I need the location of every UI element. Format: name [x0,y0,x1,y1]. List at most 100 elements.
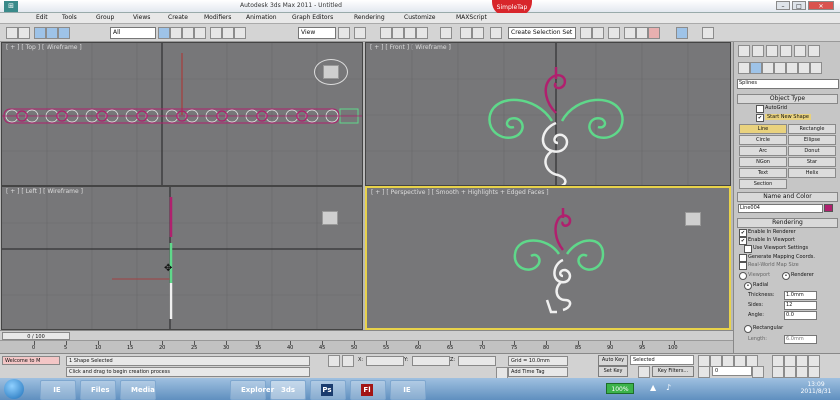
rectangle-button[interactable]: Rectangle [788,124,836,134]
systems-icon[interactable] [810,62,822,74]
layer-manager-icon[interactable] [490,27,502,39]
shapes-icon[interactable] [750,62,762,74]
radial-radio[interactable]: • [744,282,752,290]
ellipse-button[interactable]: Ellipse [788,135,836,145]
taskbar-files[interactable]: Files [80,380,116,400]
curve-editor-icon[interactable] [580,27,592,39]
taskbar-ie2[interactable]: IE [390,380,426,400]
section-button[interactable]: Section [739,179,787,189]
modify-tab-icon[interactable] [752,45,764,57]
time-config-icon[interactable] [752,366,764,378]
object-name-field[interactable]: Line004 [738,204,823,213]
maximize-icon[interactable]: □ [792,1,806,10]
category-dropdown[interactable]: Splines [737,79,839,89]
y-field[interactable] [412,356,450,366]
volume-icon[interactable]: ♪ [666,383,676,393]
taskbar-3dsmax[interactable]: 3ds [270,380,306,400]
pivot-icon[interactable] [338,27,350,39]
circle-button[interactable]: Circle [739,135,787,145]
window-crossing-icon[interactable] [194,27,206,39]
link-icon[interactable] [34,27,46,39]
time-slider-thumb[interactable]: 0 / 100 [2,332,70,340]
absolute-mode-icon[interactable] [342,355,354,367]
create-tab-icon[interactable] [738,45,750,57]
named-selection-dropdown[interactable]: Create Selection Set [508,27,576,39]
close-icon[interactable]: ✕ [808,1,834,10]
rectangular-radio[interactable] [744,325,752,333]
maxscript-listener[interactable]: Welcome to M [2,356,60,365]
menu-edit[interactable]: Edit [36,14,48,21]
snaps-toggle-icon[interactable] [380,27,392,39]
pan-icon[interactable] [784,366,796,378]
graphite-toggle-icon[interactable] [676,27,688,39]
display-tab-icon[interactable] [794,45,806,57]
unlink-icon[interactable] [46,27,58,39]
menu-customize[interactable]: Customize [404,14,436,21]
motion-tab-icon[interactable] [780,45,792,57]
gen-mapping-checkbox[interactable] [739,254,747,262]
use-viewport-settings-checkbox[interactable] [744,245,752,253]
redo-icon[interactable] [18,27,30,39]
rendered-frame-icon[interactable] [636,27,648,39]
set-key-icon[interactable] [638,366,650,378]
menu-create[interactable]: Create [168,14,188,21]
viewcube-left-icon[interactable] [322,211,338,225]
app-logo-icon[interactable]: ⊞ [4,1,18,12]
ref-coord-dropdown[interactable]: View [298,27,336,39]
enable-renderer-checkbox[interactable]: ✔ [739,229,747,237]
menu-group[interactable]: Group [96,14,114,21]
render-setup-icon[interactable] [624,27,636,39]
ngon-button[interactable]: NGon [739,157,787,167]
move-icon[interactable] [210,27,222,39]
schematic-view-icon[interactable] [592,27,604,39]
menu-views[interactable]: Views [133,14,150,21]
viewport-top[interactable]: [ + ] [ Top ] [ Wireframe ] [1,42,363,186]
key-filters-button[interactable]: Key Filters... [652,366,694,377]
taskbar-ie[interactable]: IE [40,380,76,400]
minimize-icon[interactable]: – [776,1,790,10]
autogrid-checkbox[interactable] [756,105,764,113]
menu-rendering[interactable]: Rendering [354,14,385,21]
rendering-rollout[interactable]: Rendering [737,218,838,228]
x-field[interactable] [366,356,404,366]
helix-button[interactable]: Helix [788,168,836,178]
z-field[interactable] [458,356,496,366]
render-production-icon[interactable] [648,27,660,39]
spinner-snap-icon[interactable] [416,27,428,39]
taskbar-flash[interactable]: Fl [350,380,386,400]
selection-filter-dropdown[interactable]: All [110,27,156,39]
edit-named-sets-icon[interactable] [440,27,452,39]
orbit-icon[interactable] [796,366,808,378]
utilities-tab-icon[interactable] [808,45,820,57]
align-icon[interactable] [472,27,484,39]
time-slider[interactable]: 0 / 100 [0,330,733,340]
menu-graph-editors[interactable]: Graph Editors [292,14,333,21]
taskbar-photoshop[interactable]: Ps [310,380,346,400]
viewport-perspective[interactable]: [ + ] [ Perspective ] [ Smooth + Highlig… [365,186,731,330]
viewport-left[interactable]: [ + ] [ Left ] [ Wireframe ] ✥ [1,186,363,330]
viewport-front[interactable]: [ + ] [ Front ] [ Wireframe ] [365,42,731,186]
rotate-icon[interactable] [222,27,234,39]
battery-indicator[interactable]: 100% [606,383,634,394]
arc-button[interactable]: Arc [739,146,787,156]
menu-maxscript[interactable]: MAXScript [456,14,487,21]
sides-field[interactable]: 12 [784,301,817,310]
object-type-rollout[interactable]: Object Type [737,94,838,104]
maximize-viewport-icon[interactable] [808,366,820,378]
lock-selection-icon[interactable] [328,355,340,367]
material-editor-icon[interactable] [608,27,620,39]
taskbar-clock[interactable]: 13:09 2011/8/31 [798,381,834,395]
viewcube-top-icon[interactable] [323,65,339,79]
name-color-rollout[interactable]: Name and Color [737,192,838,202]
menu-tools[interactable]: Tools [62,14,77,21]
mirror-icon[interactable] [460,27,472,39]
select-by-name-icon[interactable] [170,27,182,39]
donut-button[interactable]: Donut [788,146,836,156]
network-icon[interactable]: ▲ [650,383,660,393]
angle-snap-icon[interactable] [392,27,404,39]
scale-icon[interactable] [234,27,246,39]
taskbar-media[interactable]: Media [120,380,156,400]
viewport-radio[interactable] [739,272,747,280]
start-new-shape-label[interactable]: Start New Shape [765,114,811,120]
taskbar-explorer[interactable]: Explorer [230,380,274,400]
